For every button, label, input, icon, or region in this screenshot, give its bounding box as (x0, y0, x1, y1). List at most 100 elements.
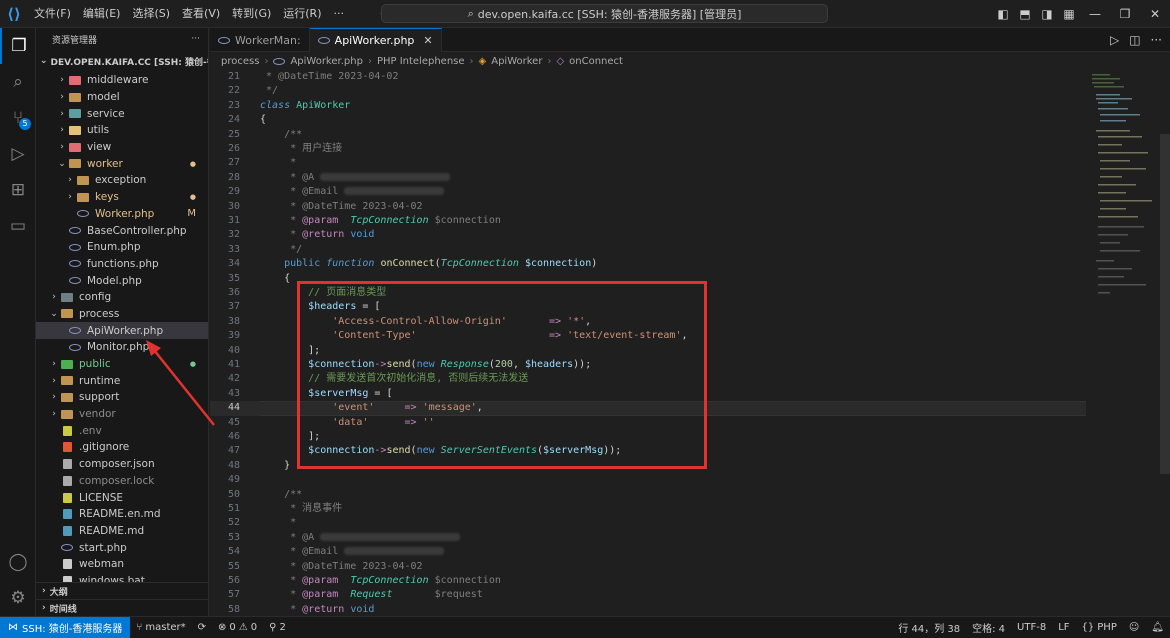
folder-icon (60, 409, 74, 420)
menu-file[interactable]: 文件(F) (28, 0, 77, 28)
tab-workerman[interactable]: WorkerMan: (210, 28, 310, 52)
tree-file[interactable]: README.md (36, 523, 208, 540)
tab-apiworker[interactable]: ApiWorker.php ✕ (309, 28, 442, 52)
tree-file[interactable]: README.en.md (36, 506, 208, 523)
search-view-icon[interactable]: ⌕ (0, 64, 36, 100)
chevron-right-icon: › (52, 392, 56, 403)
breadcrumb-namespace[interactable]: PHP Intelephense (377, 56, 465, 67)
tree-folder[interactable]: › keys ● (36, 189, 208, 206)
minimize-button[interactable]: — (1080, 7, 1110, 21)
language-mode[interactable]: {} PHP (1076, 622, 1123, 633)
tree-file[interactable]: functions.php (36, 256, 208, 273)
menu-view[interactable]: 查看(V) (176, 0, 226, 28)
cursor-position[interactable]: 行 44，列 38 (892, 620, 966, 635)
remote-explorer-icon[interactable]: ▭ (0, 208, 36, 244)
tree-file[interactable]: start.php (36, 539, 208, 556)
menu-go[interactable]: 转到(G) (226, 0, 277, 28)
code-line: 58 * @return void (227, 603, 375, 615)
command-center[interactable]: ⌕ dev.open.kaifa.cc [SSH: 猿创-香港服务器] [管理员… (381, 4, 828, 23)
code-line: 31 * @param TcpConnection $connection (227, 215, 501, 226)
tree-folder[interactable]: › service (36, 105, 208, 122)
remote-indicator[interactable]: ⋈ SSH: 猿创-香港服务器 (0, 617, 131, 638)
breadcrumb-folder[interactable]: process (221, 56, 259, 67)
sync-button[interactable]: ⟳ (192, 622, 212, 633)
command-center-label: dev.open.kaifa.cc [SSH: 猿创-香港服务器] [管理员] (477, 7, 742, 21)
manage-gear-icon[interactable]: ⚙ (0, 580, 36, 616)
open-changes-icon[interactable]: ▷ (1110, 33, 1119, 47)
tree-file[interactable]: LICENSE (36, 489, 208, 506)
code-line: 41 $connection->send(new Response(200, $… (227, 359, 592, 370)
tree-file[interactable]: Monitor.php (36, 339, 208, 356)
toggle-secondary-sidebar-icon[interactable]: ◨ (1036, 7, 1058, 21)
folder-icon (60, 375, 74, 386)
ports-indicator[interactable]: ⚲ 2 (263, 622, 292, 633)
tree-file[interactable]: .gitignore (36, 439, 208, 456)
timeline-section[interactable]: › 时间线 (36, 599, 208, 616)
tree-folder[interactable]: › view (36, 139, 208, 156)
breadcrumb-class[interactable]: ApiWorker (491, 56, 542, 67)
tree-file[interactable]: BaseController.php (36, 222, 208, 239)
split-editor-icon[interactable]: ◫ (1129, 33, 1140, 47)
menu-more[interactable]: ··· (328, 0, 351, 28)
indentation[interactable]: 空格: 4 (966, 620, 1011, 635)
menu-run[interactable]: 运行(R) (277, 0, 327, 28)
restore-button[interactable]: ❐ (1110, 7, 1140, 21)
tree-file[interactable]: webman (36, 556, 208, 573)
notifications-bell-icon[interactable]: 🔔︎ (1145, 622, 1170, 633)
editor-scrollbar[interactable] (1160, 70, 1170, 616)
end-of-line[interactable]: LF (1052, 622, 1075, 633)
toggle-sidebar-icon[interactable]: ◧ (992, 7, 1014, 21)
minimap[interactable] (1090, 70, 1160, 616)
ports-icon: ⚲ (269, 622, 277, 633)
tree-file[interactable]: ApiWorker.php (36, 322, 208, 339)
customize-layout-icon[interactable]: ▦ (1058, 7, 1080, 21)
tree-file[interactable]: Model.php (36, 272, 208, 289)
problems-indicator[interactable]: ⊗ 0 ⚠ 0 (212, 622, 263, 633)
extensions-icon[interactable]: ⊞ (0, 172, 36, 208)
feedback-icon[interactable]: ☺ (1123, 622, 1145, 633)
git-branch[interactable]: ⑂ master* (130, 622, 191, 633)
code-line: 54 * @Email (210, 545, 1086, 559)
menu-selection[interactable]: 选择(S) (126, 0, 176, 28)
explorer-icon[interactable]: ❐ (0, 28, 36, 64)
tree-folder[interactable]: › utils (36, 122, 208, 139)
more-actions-icon[interactable]: ··· (1151, 33, 1162, 47)
toggle-panel-icon[interactable]: ⬒ (1014, 7, 1036, 21)
tree-file[interactable]: composer.json (36, 456, 208, 473)
outline-section[interactable]: › 大纲 (36, 582, 208, 599)
tree-file[interactable]: Enum.php (36, 239, 208, 256)
breadcrumb-method[interactable]: onConnect (569, 56, 623, 67)
tree-folder[interactable]: › exception (36, 172, 208, 189)
tree-item-label: Model.php (87, 274, 142, 287)
account-icon[interactable]: ◯ (0, 544, 36, 580)
folder-icon (68, 158, 82, 169)
tree-folder[interactable]: › vendor (36, 406, 208, 423)
tree-folder[interactable]: › support (36, 389, 208, 406)
menu-edit[interactable]: 编辑(E) (77, 0, 127, 28)
tab-close-icon[interactable]: ✕ (423, 34, 432, 47)
code-editor[interactable]: 21 * @DateTime 2023-04-02 22 */ 23 class … (210, 70, 1170, 616)
class-symbol-icon: ◈ (478, 55, 487, 67)
workspace-root[interactable]: ⌄ DEV.OPEN.KAIFA.CC [SSH: 猿创-香港服... (36, 50, 208, 72)
tree-folder[interactable]: › middleware (36, 72, 208, 89)
breadcrumb-file[interactable]: ApiWorker.php (290, 56, 363, 67)
tree-file[interactable]: Worker.php M (36, 206, 208, 223)
tree-folder[interactable]: ⌄ worker ● (36, 155, 208, 172)
close-window-button[interactable]: ✕ (1140, 7, 1170, 21)
tree-folder[interactable]: ⌄ process (36, 306, 208, 323)
sidebar-more-button[interactable]: ··· (191, 34, 200, 44)
tree-folder[interactable]: › runtime (36, 372, 208, 389)
tree-file[interactable]: composer.lock (36, 473, 208, 490)
tab-label: ApiWorker.php (334, 34, 415, 47)
tree-file[interactable]: .env (36, 422, 208, 439)
tree-folder[interactable]: › public ● (36, 356, 208, 373)
code-line-current: 44 'event' => 'message', (210, 401, 1086, 416)
php-file-icon (317, 37, 330, 44)
tree-folder[interactable]: › model (36, 89, 208, 106)
source-control-icon[interactable]: ⑂ 5 (0, 100, 36, 136)
run-debug-icon[interactable]: ▷ (0, 136, 36, 172)
tree-folder[interactable]: › config (36, 289, 208, 306)
scrollbar-thumb[interactable] (1160, 134, 1170, 474)
code-line: 29 * @Email (210, 185, 1086, 199)
encoding[interactable]: UTF-8 (1011, 622, 1052, 633)
